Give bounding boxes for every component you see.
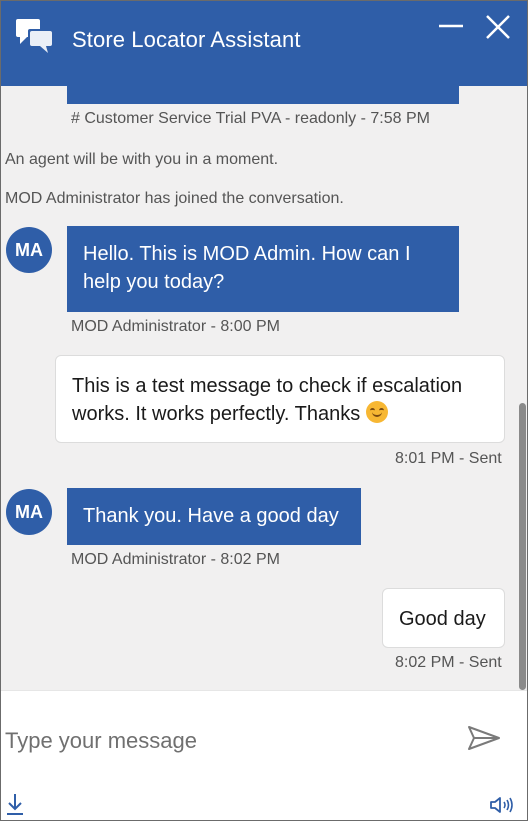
message-line-with-emoji: works. It works perfectly. Thanks xyxy=(72,400,488,428)
message-composer xyxy=(1,690,527,820)
chat-header: Store Locator Assistant xyxy=(1,1,527,86)
message-meta: # Customer Service Trial PVA - readonly … xyxy=(71,110,430,127)
chat-bubbles-icon xyxy=(16,19,52,53)
chat-transcript[interactable]: # Customer Service Trial PVA - readonly … xyxy=(1,86,527,690)
chat-window: Store Locator Assistant # Customer Servi… xyxy=(0,0,528,821)
avatar: MA xyxy=(6,489,52,535)
bot-message-bubble: Hello. This is MOD Admin. How can I help… xyxy=(67,226,459,312)
previous-bot-bubble xyxy=(67,86,459,104)
message-input[interactable] xyxy=(5,721,445,761)
user-message-bubble: This is a test message to check if escal… xyxy=(55,355,505,443)
download-icon[interactable] xyxy=(6,792,24,816)
message-meta: MOD Administrator - 8:00 PM xyxy=(71,318,280,335)
message-line: works. It works perfectly. Thanks xyxy=(72,403,361,425)
message-meta: 8:02 PM - Sent xyxy=(395,654,502,671)
smiling-face-emoji-icon xyxy=(365,401,388,423)
message-line: Thank you. Have a good day xyxy=(83,505,339,527)
page-title: Store Locator Assistant xyxy=(72,27,301,52)
message-line: This is a test message to check if escal… xyxy=(72,375,463,397)
system-message: An agent will be with you in a moment. xyxy=(5,151,279,168)
scrollbar-thumb[interactable] xyxy=(519,403,526,690)
message-meta: 8:01 PM - Sent xyxy=(395,450,502,467)
message-line: help you today? xyxy=(83,271,225,293)
user-message-bubble: Good day xyxy=(382,588,505,648)
avatar: MA xyxy=(6,227,52,273)
message-line: Good day xyxy=(399,608,486,630)
bot-message-bubble: Thank you. Have a good day xyxy=(67,488,361,545)
system-message: MOD Administrator has joined the convers… xyxy=(5,190,344,207)
send-icon[interactable] xyxy=(467,725,501,751)
speaker-icon[interactable] xyxy=(489,795,515,815)
minimize-icon[interactable] xyxy=(438,13,464,39)
message-meta: MOD Administrator - 8:02 PM xyxy=(71,551,280,568)
message-line: Hello. This is MOD Admin. How can I xyxy=(83,243,411,265)
close-icon[interactable] xyxy=(484,13,512,41)
